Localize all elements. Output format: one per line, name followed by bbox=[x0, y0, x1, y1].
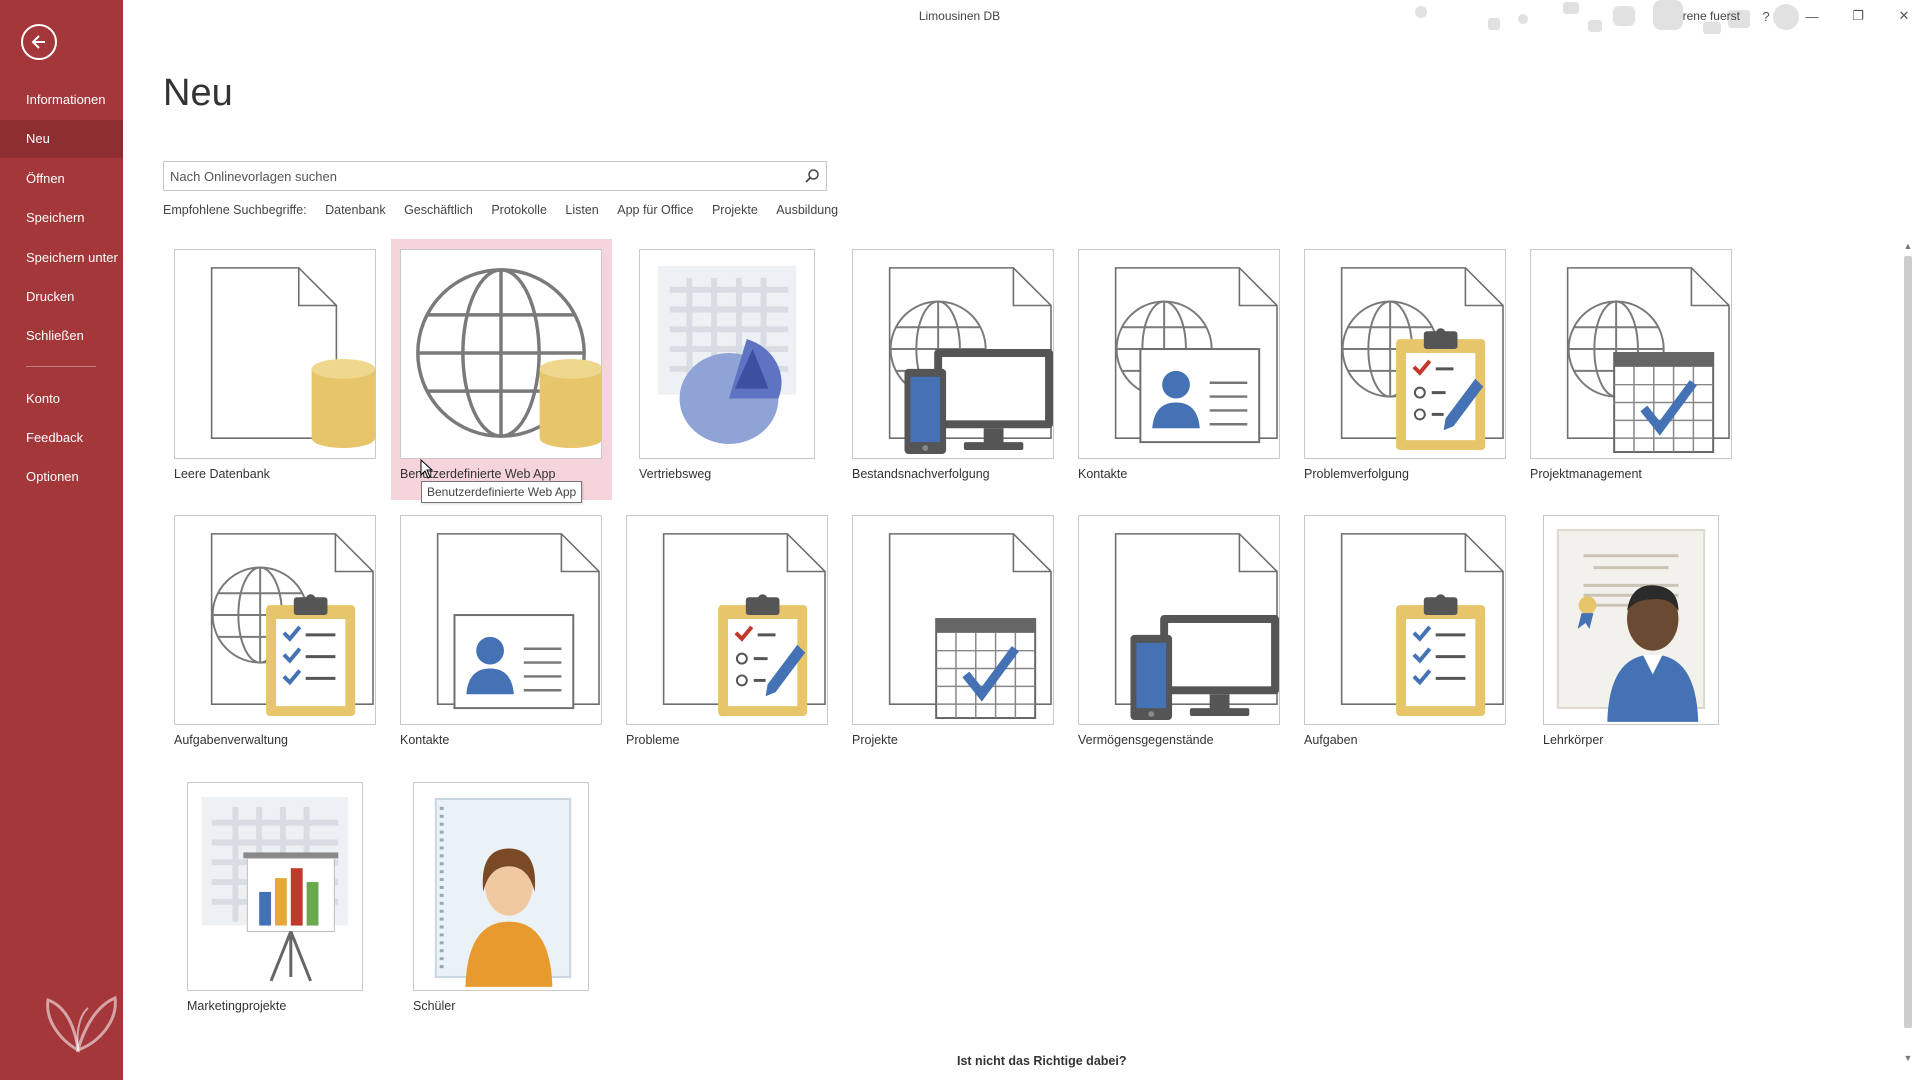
close-button[interactable]: ✕ bbox=[1890, 4, 1918, 28]
template-thumbnail[interactable] bbox=[1078, 249, 1280, 459]
search-input[interactable] bbox=[164, 162, 794, 190]
web-task-clipboard-icon bbox=[210, 533, 374, 717]
template-thumbnail[interactable] bbox=[1078, 515, 1280, 725]
mouse-cursor-icon bbox=[420, 459, 434, 479]
nav-item-optionen[interactable]: Optionen bbox=[0, 458, 123, 496]
minimize-button[interactable]: — bbox=[1798, 4, 1826, 28]
nav-item-speichern[interactable]: Speichern bbox=[0, 199, 123, 237]
not-found-link[interactable]: Ist nicht das Richtige dabei? bbox=[957, 1054, 1126, 1068]
nav-item-schliessen[interactable]: Schließen bbox=[0, 317, 123, 355]
template-label: Leere Datenbank bbox=[174, 467, 270, 481]
template-label: Vermögensgegenstände bbox=[1078, 733, 1214, 747]
decor-shape bbox=[1703, 22, 1721, 34]
template-thumbnail[interactable] bbox=[174, 515, 376, 725]
suggested-ausbildung[interactable]: Ausbildung bbox=[776, 203, 838, 217]
web-calendar-icon bbox=[1566, 267, 1730, 458]
blank-database-icon bbox=[210, 267, 375, 449]
backstage-sidebar: Informationen Neu Öffnen Speichern Speic… bbox=[0, 0, 123, 1080]
search-box bbox=[163, 161, 827, 191]
task-clipboard-icon bbox=[1340, 533, 1504, 717]
template-thumbnail[interactable] bbox=[1304, 515, 1506, 725]
back-button[interactable] bbox=[21, 24, 57, 60]
template-label: Aufgaben bbox=[1304, 733, 1358, 747]
vertical-scrollbar[interactable]: ▲ ▼ bbox=[1900, 238, 1916, 1066]
template-label: Vertriebsweg bbox=[639, 467, 712, 481]
nav-divider bbox=[26, 366, 96, 367]
nav-item-informationen[interactable]: Informationen bbox=[0, 81, 123, 119]
devices-icon bbox=[1114, 533, 1279, 720]
pie-chart-icon bbox=[657, 266, 797, 444]
template-label: Aufgabenverwaltung bbox=[174, 733, 288, 747]
template-label: Projekte bbox=[852, 733, 898, 747]
search-icon[interactable] bbox=[804, 168, 820, 184]
template-thumbnail[interactable] bbox=[413, 782, 589, 991]
web-contact-card-icon bbox=[1114, 267, 1278, 444]
restore-button[interactable]: ❐ bbox=[1844, 4, 1872, 28]
butterfly-logo-icon bbox=[46, 995, 117, 1053]
template-thumbnail[interactable] bbox=[1304, 249, 1506, 459]
template-label: Problemverfolgung bbox=[1304, 467, 1409, 481]
template-label: Bestandsnachverfolgung bbox=[852, 467, 990, 481]
template-label: Schüler bbox=[413, 999, 456, 1013]
nav-item-drucken[interactable]: Drucken bbox=[0, 278, 123, 316]
template-thumbnail[interactable] bbox=[1530, 249, 1732, 459]
template-thumbnail[interactable] bbox=[1543, 515, 1719, 725]
contact-card-icon bbox=[436, 533, 600, 710]
template-thumbnail[interactable] bbox=[626, 515, 828, 725]
template-label: Kontakte bbox=[1078, 467, 1128, 481]
suggested-app-fuer-office[interactable]: App für Office bbox=[617, 203, 693, 217]
web-app-icon bbox=[416, 268, 601, 449]
template-label: Marketingprojekte bbox=[187, 999, 287, 1013]
nav-item-feedback[interactable]: Feedback bbox=[0, 419, 123, 457]
template-thumbnail[interactable] bbox=[400, 249, 602, 459]
web-issue-clipboard-icon bbox=[1340, 267, 1504, 451]
template-label: Lehrkörper bbox=[1543, 733, 1604, 747]
scroll-up-icon[interactable]: ▲ bbox=[1900, 238, 1916, 254]
scroll-down-icon[interactable]: ▼ bbox=[1900, 1050, 1916, 1066]
suggested-protokolle[interactable]: Protokolle bbox=[491, 203, 547, 217]
page-title: Neu bbox=[163, 72, 233, 114]
template-thumbnail[interactable] bbox=[852, 249, 1054, 459]
nav-item-neu[interactable]: Neu bbox=[0, 120, 123, 158]
suggested-searches: Empfohlene Suchbegriffe: Datenbank Gesch… bbox=[163, 203, 853, 217]
template-thumbnail[interactable] bbox=[639, 249, 815, 459]
presentation-chart-icon bbox=[201, 797, 349, 982]
tooltip: Benutzerdefinierte Web App bbox=[421, 481, 583, 503]
title-bar: Limousinen DB rene fuerst ? — ❐ ✕ bbox=[123, 0, 1920, 34]
template-label: Kontakte bbox=[400, 733, 450, 747]
suggested-datenbank[interactable]: Datenbank bbox=[325, 203, 385, 217]
template-thumbnail[interactable] bbox=[174, 249, 376, 459]
window-title: Limousinen DB bbox=[918, 9, 1001, 23]
issue-clipboard-icon bbox=[662, 533, 826, 717]
help-button[interactable]: ? bbox=[1752, 4, 1780, 28]
suggested-listen[interactable]: Listen bbox=[565, 203, 598, 217]
nav-item-speichern-unter[interactable]: Speichern unter bbox=[0, 239, 123, 277]
student-icon bbox=[434, 798, 572, 987]
web-devices-icon bbox=[888, 267, 1053, 454]
calendar-icon bbox=[888, 533, 1052, 724]
back-arrow-icon bbox=[31, 35, 45, 49]
nav-item-konto[interactable]: Konto bbox=[0, 380, 123, 418]
user-name[interactable]: rene fuerst bbox=[1683, 9, 1740, 23]
template-label: Projektmanagement bbox=[1530, 467, 1642, 481]
scroll-thumb[interactable] bbox=[1904, 256, 1912, 1028]
nav-item-oeffnen[interactable]: Öffnen bbox=[0, 160, 123, 198]
template-thumbnail[interactable] bbox=[852, 515, 1054, 725]
suggested-geschaeftlich[interactable]: Geschäftlich bbox=[404, 203, 473, 217]
template-label: Probleme bbox=[626, 733, 680, 747]
template-thumbnail[interactable] bbox=[187, 782, 363, 991]
suggested-projekte[interactable]: Projekte bbox=[712, 203, 758, 217]
template-thumbnail[interactable] bbox=[400, 515, 602, 725]
teacher-icon bbox=[1556, 529, 1706, 722]
suggested-label: Empfohlene Suchbegriffe: bbox=[163, 203, 307, 217]
